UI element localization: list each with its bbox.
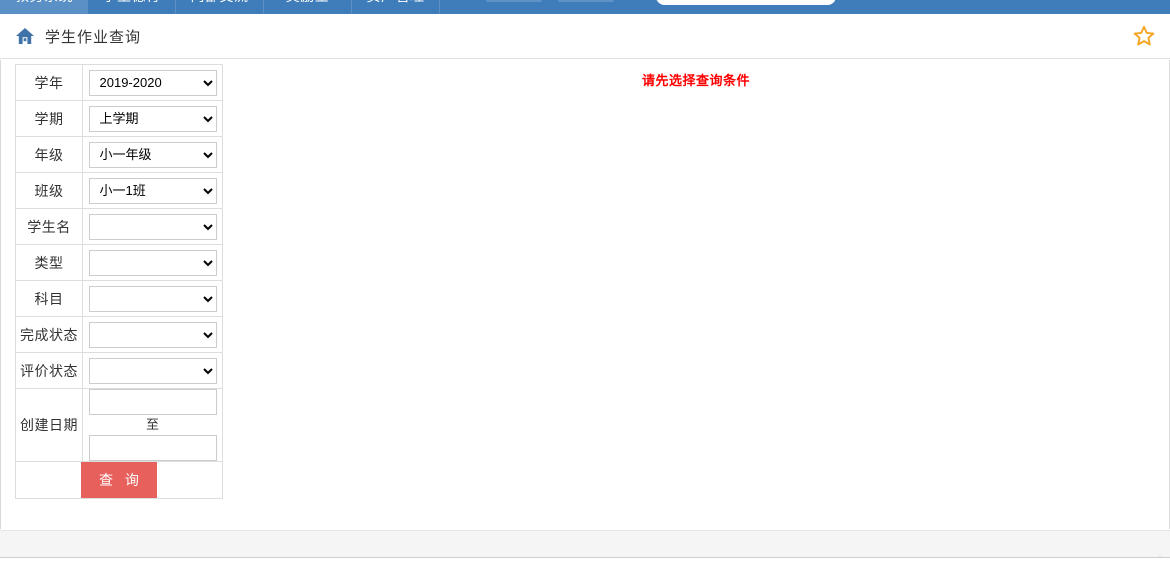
select-leixing[interactable]	[88, 249, 217, 276]
submit-cell: 查 询	[15, 461, 223, 499]
label-kemu: 科目	[15, 280, 83, 317]
label-xueqi: 学期	[15, 100, 83, 137]
label-xueshengming: 学生名	[15, 208, 83, 245]
select-xueshengming[interactable]	[88, 213, 217, 240]
select-xueqi[interactable]: 上学期	[88, 105, 217, 132]
select-kemu[interactable]	[88, 285, 217, 312]
field-chuangjianriqi: 至	[82, 388, 223, 462]
form-row-xueshengming: 学生名	[15, 208, 223, 245]
top-navigation-bar: 教务系统 学生德育 内部交流 奖励金 资产管理	[0, 0, 1170, 14]
nav-tab-label: 学生德育	[103, 0, 161, 6]
form-row-xuenian: 学年 2019-2020	[15, 64, 223, 101]
date-separator-label: 至	[145, 417, 159, 432]
field-banji: 小一1班	[82, 172, 223, 209]
content-area: 学年 2019-2020 学期 上学期 年级 小一年级 班级 小一1班 学生名 …	[0, 60, 1170, 529]
nav-action-button-1[interactable]	[486, 0, 542, 2]
select-banji[interactable]: 小一1班	[88, 177, 217, 204]
label-pingjiazhuangtai: 评价状态	[15, 352, 83, 389]
form-row-banji: 班级 小一1班	[15, 172, 223, 209]
nav-tab-label: 内部交流	[191, 0, 249, 6]
page-title: 学生作业查询	[45, 28, 142, 46]
date-to-input[interactable]	[88, 435, 217, 461]
hint-message: 请先选择查询条件	[642, 73, 751, 88]
home-icon	[14, 25, 36, 47]
field-pingjiazhuangtai	[82, 352, 223, 389]
nav-tab-zichan[interactable]: 资产管理	[352, 0, 440, 14]
footer-mark: ..	[1158, 552, 1162, 559]
form-row-pingjiazhuangtai: 评价状态	[15, 352, 223, 389]
field-kemu	[82, 280, 223, 317]
field-xueqi: 上学期	[82, 100, 223, 137]
select-pingjiazhuangtai[interactable]	[88, 357, 217, 384]
label-wanchengzhuangtai: 完成状态	[15, 316, 83, 353]
nav-tab-label: 教务系统	[15, 0, 73, 6]
select-nianji[interactable]: 小一年级	[88, 141, 217, 168]
form-row-wanchengzhuangtai: 完成状态	[15, 316, 223, 353]
nav-tab-jiangli[interactable]: 奖励金	[264, 0, 352, 14]
favorite-star-icon[interactable]	[1132, 24, 1156, 48]
field-xueshengming	[82, 208, 223, 245]
date-from-input[interactable]	[88, 389, 217, 415]
label-xuenian: 学年	[15, 64, 83, 101]
field-leixing	[82, 244, 223, 281]
form-row-xueqi: 学期 上学期	[15, 100, 223, 137]
form-row-chuangjianriqi: 创建日期 至	[15, 388, 223, 462]
nav-tab-jiaowu[interactable]: 教务系统	[0, 0, 88, 14]
nav-tab-label: 奖励金	[286, 0, 330, 6]
query-button[interactable]: 查 询	[81, 462, 157, 498]
label-leixing: 类型	[15, 244, 83, 281]
query-form-table: 学年 2019-2020 学期 上学期 年级 小一年级 班级 小一1班 学生名 …	[15, 64, 223, 499]
field-xuenian: 2019-2020	[82, 64, 223, 101]
select-wanchengzhuangtai[interactable]	[88, 321, 217, 348]
footer-bar: ..	[0, 530, 1170, 559]
field-nianji: 小一年级	[82, 136, 223, 173]
page-header: 学生作业查询	[0, 14, 1170, 59]
nav-search-input[interactable]	[656, 0, 836, 5]
nav-tab-jiaoliu[interactable]: 内部交流	[176, 0, 264, 14]
label-nianji: 年级	[15, 136, 83, 173]
form-row-kemu: 科目	[15, 280, 223, 317]
nav-action-button-2[interactable]	[558, 0, 614, 2]
field-wanchengzhuangtai	[82, 316, 223, 353]
label-chuangjianriqi: 创建日期	[15, 388, 83, 462]
form-row-nianji: 年级 小一年级	[15, 136, 223, 173]
form-row-submit: 查 询	[15, 461, 223, 499]
select-xuenian[interactable]: 2019-2020	[88, 69, 217, 96]
form-row-leixing: 类型	[15, 244, 223, 281]
nav-tab-deyu[interactable]: 学生德育	[88, 0, 176, 14]
label-banji: 班级	[15, 172, 83, 209]
nav-tab-label: 资产管理	[367, 0, 425, 6]
